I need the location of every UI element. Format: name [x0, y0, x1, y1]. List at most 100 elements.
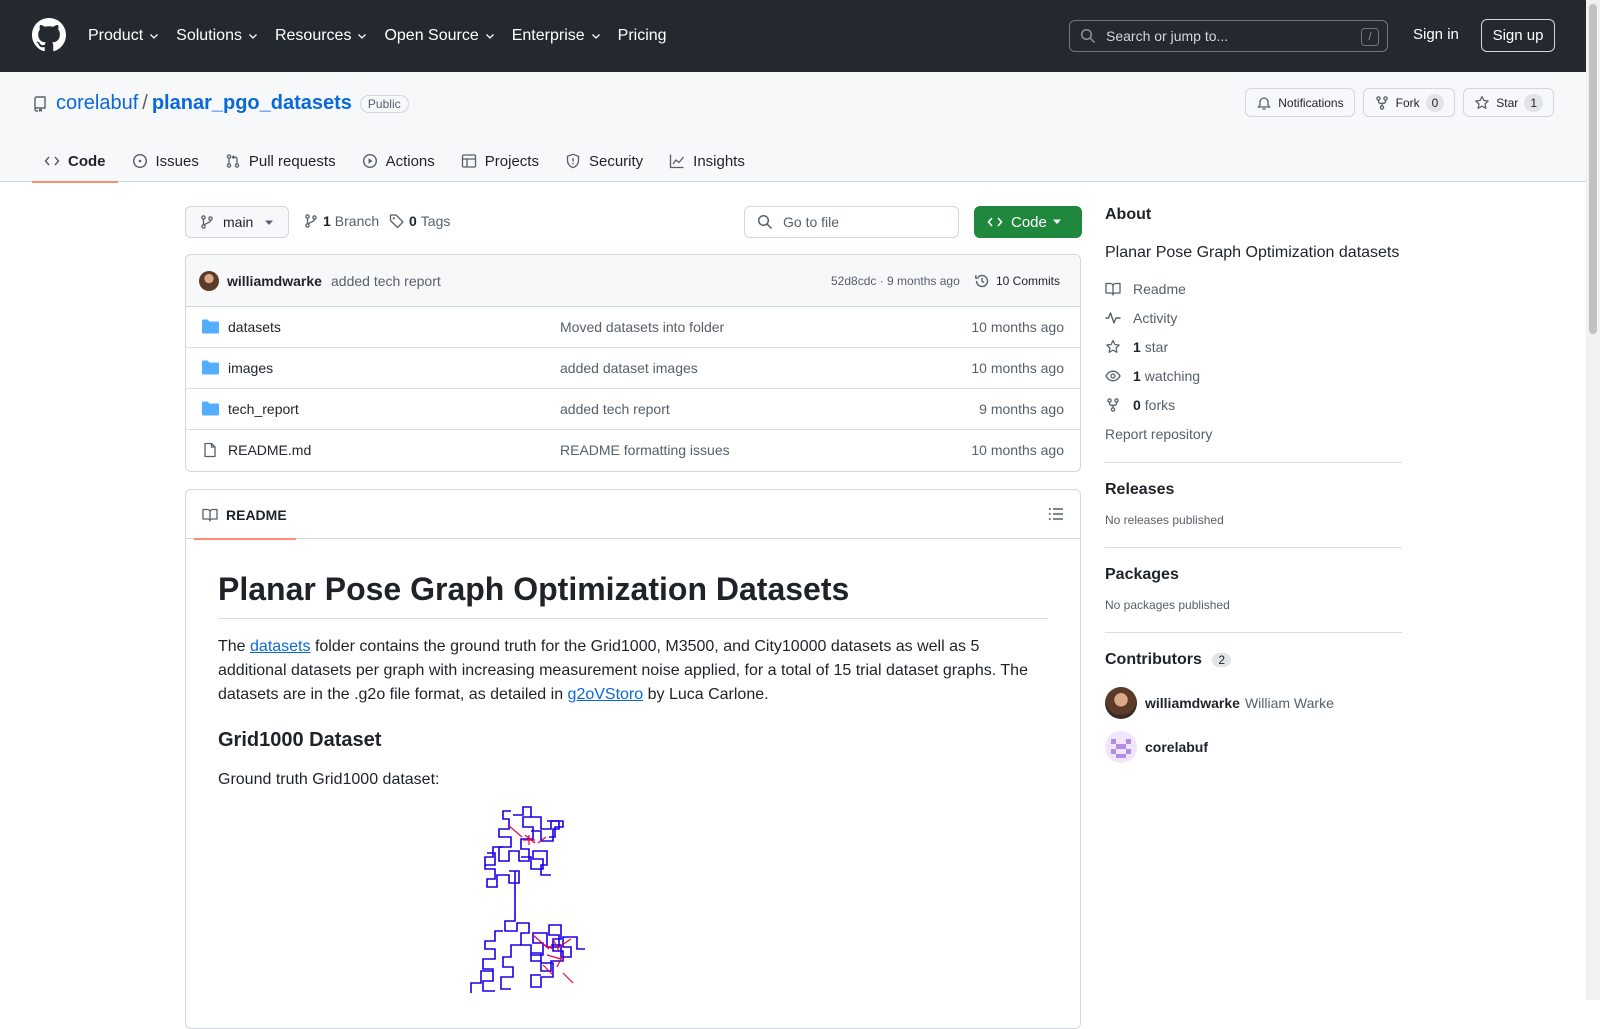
repo-name-link[interactable]: planar_pgo_datasets	[152, 92, 352, 115]
nav-resources[interactable]: Resources	[275, 27, 368, 45]
file-commit-message[interactable]: README formatting issues	[560, 442, 730, 458]
tab-label: Code	[68, 152, 106, 170]
repo-icon	[34, 95, 46, 112]
forks-link[interactable]: 0 forks	[1105, 396, 1402, 413]
search-input[interactable]: Search or jump to... /	[1069, 20, 1388, 52]
tab-projects[interactable]: Projects	[449, 140, 551, 182]
g2ovstoro-link[interactable]: g2oVStoro	[568, 686, 644, 703]
go-to-file-input[interactable]: Go to file	[744, 206, 959, 238]
nav-enterprise[interactable]: Enterprise	[512, 27, 602, 45]
chevron-down-icon	[591, 34, 600, 39]
github-logo-icon[interactable]	[32, 18, 66, 52]
nav-open-source[interactable]: Open Source	[384, 27, 495, 45]
scrollbar-thumb[interactable]	[1589, 4, 1597, 334]
file-name-link[interactable]: datasets	[228, 319, 281, 335]
nav-product[interactable]: Product	[88, 27, 160, 45]
packages-heading[interactable]: Packages	[1105, 566, 1402, 584]
tab-security[interactable]: Security	[553, 140, 655, 182]
file-toolbar: main 1 Branch 0 Tags Go to file Code	[185, 206, 1082, 240]
star-count: 1	[1524, 93, 1543, 112]
commit-sha-time[interactable]: 52d8cdc · 9 months ago	[831, 274, 960, 288]
file-name-link[interactable]: tech_report	[228, 401, 299, 417]
report-repository-link[interactable]: Report repository	[1105, 425, 1402, 442]
repo-owner-link[interactable]: corelabuf	[56, 92, 138, 115]
code-download-button[interactable]: Code	[974, 206, 1082, 238]
contributor-item[interactable]: williamdwarke William Warke	[1105, 687, 1402, 719]
readme-text: by Luca Carlone.	[643, 686, 769, 703]
repo-tabs: Code Issues Pull requests Actions Projec…	[32, 140, 759, 183]
commit-history-link[interactable]: 10 Commits	[974, 273, 1060, 289]
tab-code[interactable]: Code	[32, 140, 118, 183]
activity-link[interactable]: Activity	[1105, 309, 1402, 326]
branch-selector[interactable]: main	[185, 206, 289, 238]
bell-icon	[1257, 96, 1272, 110]
nav-pricing[interactable]: Pricing	[618, 27, 667, 45]
tab-issues[interactable]: Issues	[120, 140, 211, 182]
avatar[interactable]	[199, 271, 219, 291]
pulse-icon	[1105, 311, 1121, 324]
readme-intro-paragraph: The datasets folder contains the ground …	[218, 635, 1048, 707]
watching-label: watching	[1144, 367, 1201, 384]
file-age: 10 months ago	[971, 442, 1064, 458]
graph-icon	[670, 154, 685, 169]
readme-tab[interactable]: README	[194, 490, 296, 540]
file-icon	[204, 442, 216, 458]
repo-path-separator: /	[142, 92, 148, 114]
releases-heading[interactable]: Releases	[1105, 481, 1402, 499]
star-button[interactable]: Star 1	[1463, 88, 1554, 117]
repo-description: Planar Pose Graph Optimization datasets	[1105, 244, 1400, 261]
pull-request-icon	[226, 154, 240, 168]
watching-count: 1	[1133, 367, 1141, 384]
sign-up-button[interactable]: Sign up	[1481, 19, 1555, 52]
avatar[interactable]	[1105, 731, 1137, 763]
notifications-button[interactable]: Notifications	[1245, 88, 1355, 117]
file-age: 9 months ago	[979, 401, 1064, 417]
file-commit-message[interactable]: added dataset images	[560, 360, 698, 376]
latest-commit-bar: williamdwarke added tech report 52d8cdc …	[186, 255, 1080, 307]
tab-label: Pull requests	[248, 152, 336, 170]
file-row[interactable]: datasets Moved datasets into folder 10 m…	[186, 307, 1080, 348]
file-row[interactable]: tech_report added tech report 9 months a…	[186, 389, 1080, 430]
visibility-badge: Public	[359, 94, 409, 113]
tags-link[interactable]: 0 Tags	[389, 213, 450, 229]
file-age: 10 months ago	[971, 360, 1064, 376]
commit-author-link[interactable]: williamdwarke	[227, 273, 322, 289]
tab-actions[interactable]: Actions	[350, 140, 447, 182]
watchers-link[interactable]: 1 watching	[1105, 367, 1402, 384]
file-row[interactable]: images added dataset images 10 months ag…	[186, 348, 1080, 389]
file-name-link[interactable]: images	[228, 360, 273, 376]
readme-link[interactable]: Readme	[1105, 280, 1402, 297]
list-outline-icon[interactable]	[1048, 506, 1064, 522]
chevron-down-icon	[150, 34, 159, 39]
contributor-item[interactable]: corelabuf	[1105, 731, 1402, 763]
nav-label: Pricing	[617, 27, 667, 44]
sidebar-divider	[1105, 462, 1402, 463]
git-branch-icon	[201, 215, 213, 229]
contributors-heading[interactable]: Contributors 2	[1105, 651, 1402, 669]
history-icon	[975, 274, 989, 288]
grid1000-ground-truth-image	[470, 806, 585, 993]
tab-pull-requests[interactable]: Pull requests	[213, 140, 348, 182]
fork-count: 0	[1425, 93, 1445, 112]
tab-insights[interactable]: Insights	[657, 140, 757, 182]
nav-solutions[interactable]: Solutions	[176, 27, 259, 45]
file-commit-message[interactable]: added tech report	[560, 401, 670, 417]
eye-icon	[1105, 370, 1121, 381]
commit-message-link[interactable]: added tech report	[331, 273, 441, 289]
file-row[interactable]: README.md README formatting issues 10 mo…	[186, 430, 1080, 471]
tab-label: Actions	[385, 152, 435, 170]
chevron-down-icon	[358, 34, 367, 39]
avatar[interactable]	[1105, 687, 1137, 719]
issue-icon	[132, 153, 147, 169]
datasets-link[interactable]: datasets	[250, 638, 310, 655]
nav-label: Enterprise	[511, 27, 585, 44]
tab-label: Security	[588, 152, 644, 170]
branches-link[interactable]: 1 Branch	[303, 213, 379, 229]
file-name-link[interactable]: README.md	[228, 442, 311, 458]
stars-link[interactable]: 1 star	[1105, 338, 1402, 355]
sign-in-link[interactable]: Sign in	[1413, 26, 1459, 43]
contributor-login: corelabuf	[1145, 739, 1209, 755]
file-commit-message[interactable]: Moved datasets into folder	[560, 319, 724, 335]
fork-button[interactable]: Fork 0	[1362, 88, 1456, 117]
page-scrollbar[interactable]	[1586, 0, 1600, 1000]
